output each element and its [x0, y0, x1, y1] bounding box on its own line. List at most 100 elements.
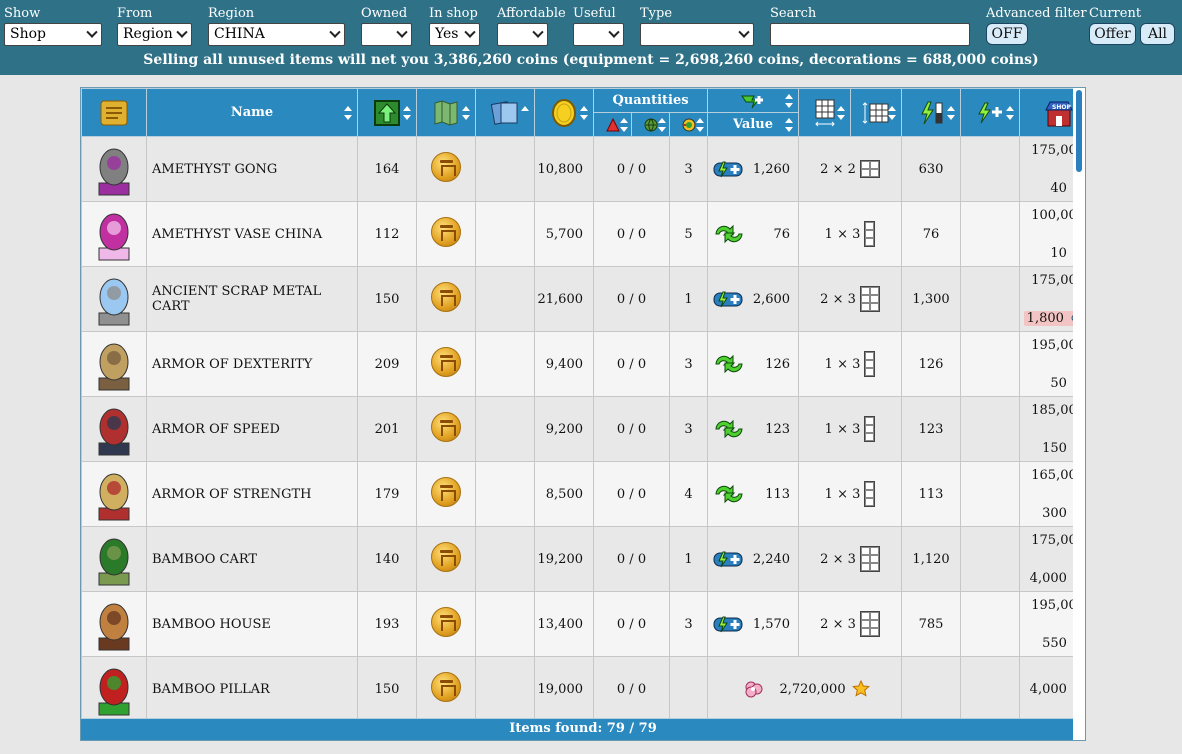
size-column-header[interactable]: [798, 88, 852, 137]
scrollbar[interactable]: [1073, 88, 1085, 740]
item-power: 1,300: [901, 266, 962, 332]
item-quantity: 0 / 0: [593, 526, 670, 592]
table-row[interactable]: BAMBOO CART 140 19,200 0 / 0 1 2,240 2 ×…: [81, 526, 1085, 592]
table-row[interactable]: ARMOR OF DEXTERITY 209 9,400 0 / 0 3 126…: [81, 331, 1085, 397]
level-column-header[interactable]: [357, 88, 417, 137]
energy-plus-column-header[interactable]: [960, 88, 1021, 137]
value-cell: 2,600: [707, 266, 800, 332]
item-name: ARMOR OF STRENGTH: [146, 461, 358, 527]
energy-column-header[interactable]: [901, 88, 962, 137]
value-text: 123: [765, 421, 791, 437]
coin-icon: [552, 98, 576, 127]
flower-icon: [745, 681, 763, 698]
item-thumbnail: [81, 201, 147, 267]
item-level: 140: [357, 526, 417, 592]
from-select[interactable]: Region: [117, 23, 192, 46]
table-row[interactable]: ARMOR OF STRENGTH 179 8,500 0 / 0 4 113 …: [81, 461, 1085, 527]
region-cell: [416, 461, 476, 527]
scrollbar-thumb[interactable]: [1076, 90, 1082, 172]
region-select[interactable]: CHINA: [208, 23, 345, 46]
size-text: 1 × 3: [824, 226, 861, 242]
in-shop-select[interactable]: Yes: [429, 23, 480, 46]
cards-icon: [490, 100, 518, 125]
value-text: 2,720,000: [779, 681, 846, 697]
size-grid-icon: [864, 481, 876, 507]
item-thumbnail: [81, 331, 147, 397]
height-column-header[interactable]: [850, 88, 903, 137]
value-column-header[interactable]: Value: [707, 112, 800, 137]
search-input[interactable]: [770, 23, 970, 46]
decoration-value: 2,720,000: [708, 679, 901, 699]
region-cell: [416, 201, 476, 267]
size-text: 2 × 3: [820, 551, 856, 567]
collection-column-header[interactable]: [475, 88, 535, 137]
value-text: 2,240: [752, 551, 791, 567]
size-grid-icon: [864, 416, 876, 442]
value-display: 2,240: [708, 549, 798, 569]
item-quantity-shop: 1: [668, 266, 709, 332]
width-grid-icon: [814, 99, 835, 126]
quantity-lost-header[interactable]: [593, 112, 632, 137]
china-region-icon: [431, 412, 461, 442]
size-cell: 1 × 3: [798, 331, 903, 397]
item-thumbnail: [81, 591, 147, 657]
quantity-owned-header[interactable]: [631, 112, 670, 137]
useful-select[interactable]: [573, 23, 624, 46]
advanced-filter-toggle[interactable]: OFF: [986, 23, 1028, 45]
value-text: 1,570: [752, 616, 791, 632]
value-text: 76: [773, 226, 791, 242]
quantity-shop-header[interactable]: [668, 112, 709, 137]
table-row[interactable]: ANCIENT SCRAP METAL CART 150 21,600 0 / …: [81, 266, 1085, 332]
region-cell: [416, 656, 476, 722]
extra-cell: [960, 526, 1021, 592]
owned-label: Owned: [361, 6, 408, 21]
table-row[interactable]: BAMBOO HOUSE 193 13,400 0 / 0 3 1,570 2 …: [81, 591, 1085, 657]
item-power: 113: [901, 461, 962, 527]
value-cell: 123: [707, 396, 800, 462]
table-row[interactable]: AMETHYST GONG 164 10,800 0 / 0 3 1,260 2…: [81, 136, 1085, 202]
value-text: 2,600: [752, 291, 791, 307]
sell-price-column-header[interactable]: [534, 88, 594, 137]
affordable-select[interactable]: [497, 23, 548, 46]
table-row[interactable]: AMETHYST VASE CHINA 112 5,700 0 / 0 5 76…: [81, 201, 1085, 267]
badge-icon: [682, 118, 696, 131]
table-row[interactable]: ARMOR OF SPEED 201 9,200 0 / 0 3 123 1 ×…: [81, 396, 1085, 462]
size-cell: 2 × 3: [798, 591, 903, 657]
collection-cell: [475, 136, 535, 202]
item-quantity: 0 / 0: [593, 136, 670, 202]
show-select[interactable]: Shop: [4, 23, 102, 46]
from-label: From: [117, 6, 153, 21]
size-display: 1 × 3: [799, 221, 901, 247]
value-cell: 76: [707, 201, 800, 267]
value-type-column-header[interactable]: [707, 88, 800, 113]
size-grid-icon: [864, 221, 876, 247]
size-cell: 1 × 3: [798, 201, 903, 267]
table-row[interactable]: BAMBOO PILLAR 150 19,000 0 / 0 2,720,000…: [81, 656, 1085, 722]
offer-button[interactable]: Offer: [1089, 23, 1136, 45]
show-value: Shop: [10, 26, 46, 42]
show-label: Show: [4, 6, 41, 21]
items-found-footer: Items found: 79 / 79: [81, 718, 1085, 740]
type-select[interactable]: [640, 23, 754, 46]
item-quantity-shop: 3: [668, 396, 709, 462]
owned-select[interactable]: [361, 23, 412, 46]
item-name: ANCIENT SCRAP METAL CART: [146, 266, 358, 332]
value-cell: 126: [707, 331, 800, 397]
chevron-down-icon: [532, 26, 544, 38]
item-power: 630: [901, 136, 962, 202]
in-shop-value: Yes: [435, 26, 459, 42]
collection-cell: [475, 656, 535, 722]
value-cell: 1,570: [707, 591, 800, 657]
item-sell-price: 21,600: [534, 266, 594, 332]
scroll-icon: [100, 100, 128, 125]
item-name: ARMOR OF SPEED: [146, 396, 358, 462]
all-button[interactable]: All: [1140, 23, 1175, 45]
name-column-header[interactable]: Name: [146, 88, 358, 137]
item-level: 164: [357, 136, 417, 202]
resource-price-text: 4,000: [1029, 681, 1067, 697]
item-power: 785: [901, 591, 962, 657]
regen-icon: [715, 354, 743, 374]
sort-icon: [462, 105, 470, 120]
item-power: 126: [901, 331, 962, 397]
region-column-header[interactable]: [416, 88, 476, 137]
